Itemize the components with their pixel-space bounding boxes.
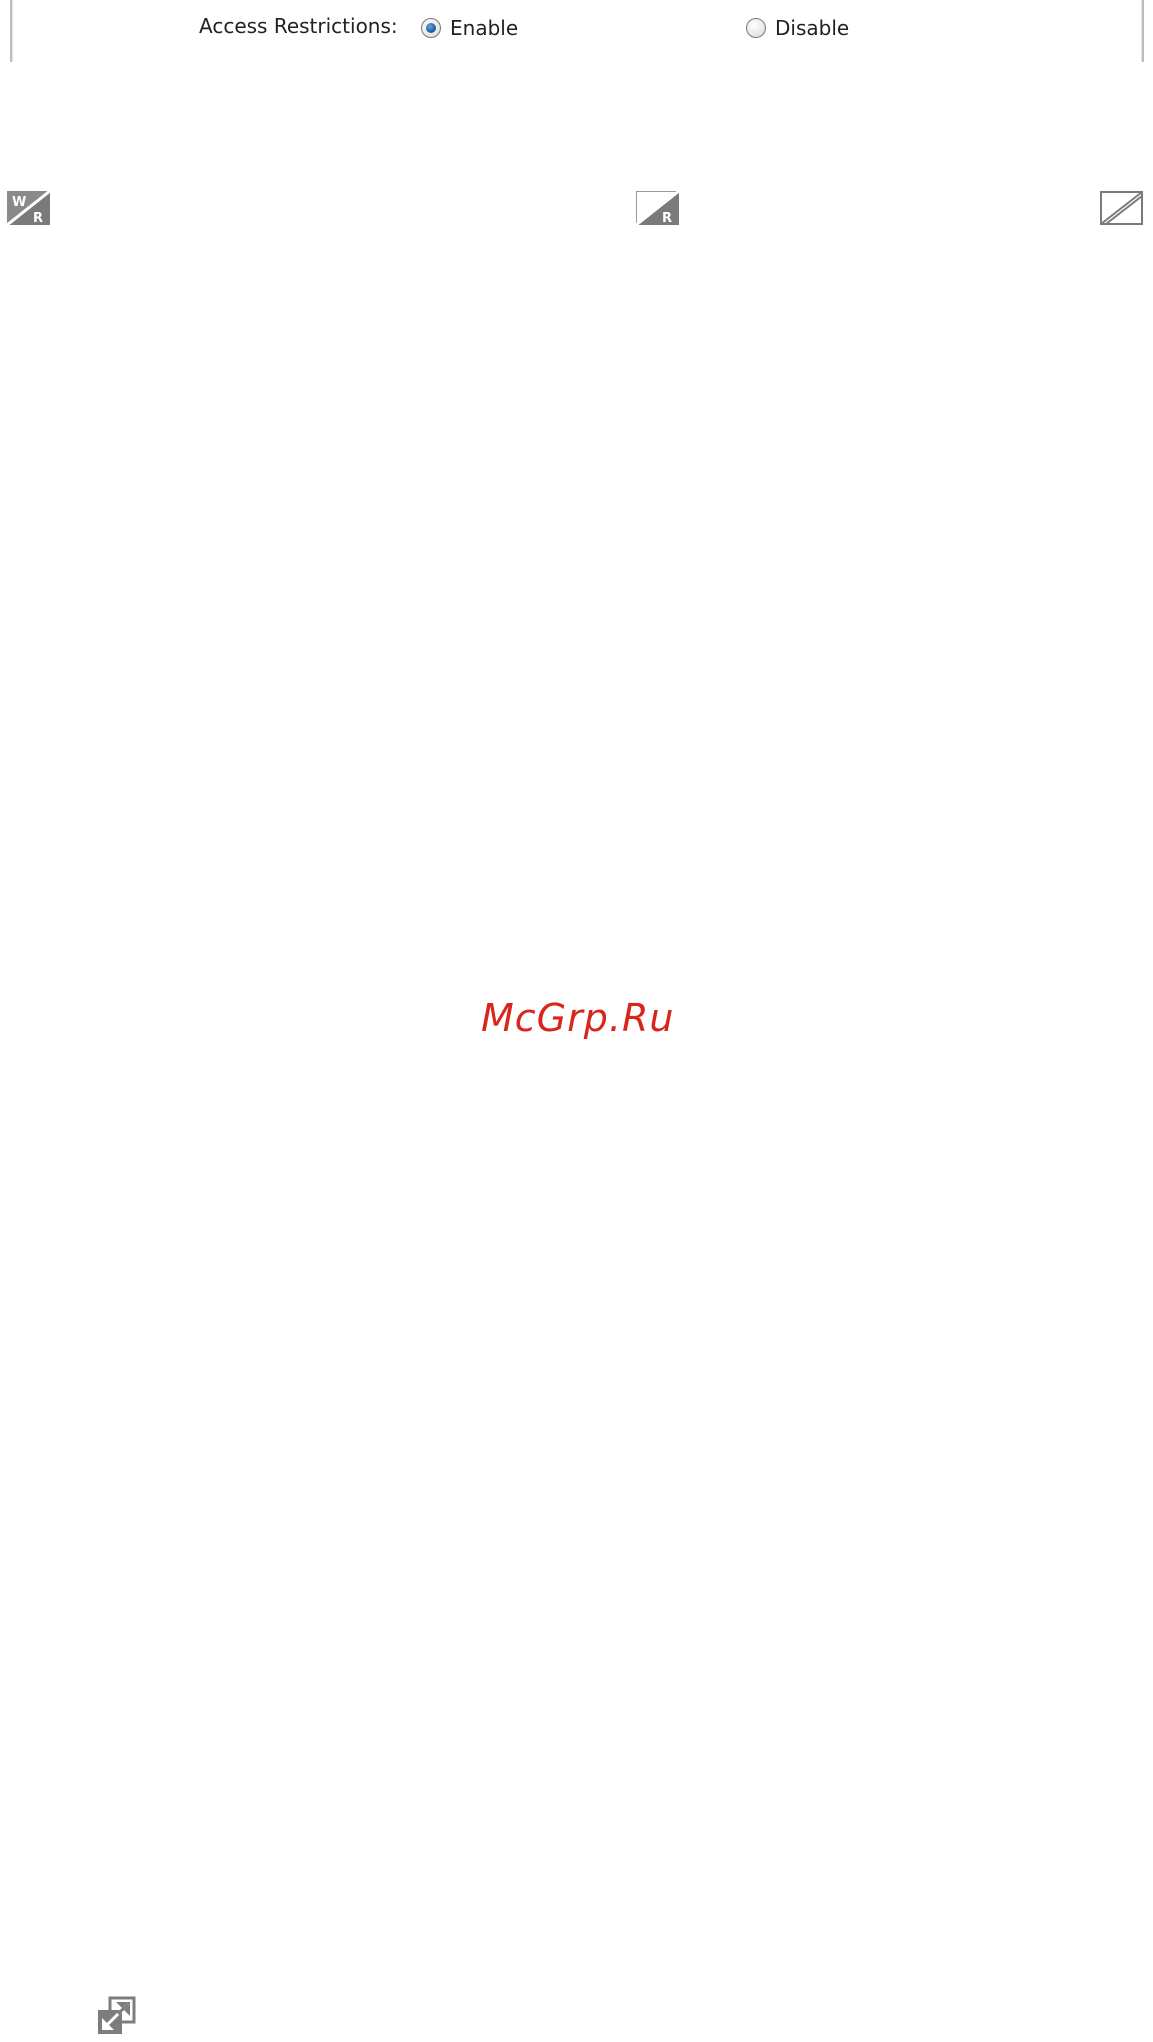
read-letter: R [662, 211, 672, 225]
access-restrictions-label: Access Restrictions: [199, 14, 398, 38]
enable-radio[interactable] [421, 18, 441, 38]
enable-radio-option[interactable]: Enable [421, 16, 518, 40]
radio-selected-dot [426, 23, 436, 33]
panel-right-border [1141, 0, 1144, 62]
no-access-icon [1100, 191, 1143, 225]
disable-radio-label[interactable]: Disable [775, 16, 849, 40]
read-letter: R [33, 211, 43, 225]
expand-icon[interactable] [96, 1996, 136, 2036]
access-restrictions-panel: Access Restrictions: Enable Disable [0, 0, 1153, 66]
enable-radio-label[interactable]: Enable [450, 16, 518, 40]
disable-radio[interactable] [746, 18, 766, 38]
write-read-icon: W R [7, 191, 50, 225]
read-only-icon: R [636, 191, 679, 225]
write-letter: W [12, 195, 26, 210]
watermark-text: McGrp.Ru [481, 996, 675, 1040]
panel-left-border [10, 0, 13, 62]
disable-radio-option[interactable]: Disable [746, 16, 849, 40]
